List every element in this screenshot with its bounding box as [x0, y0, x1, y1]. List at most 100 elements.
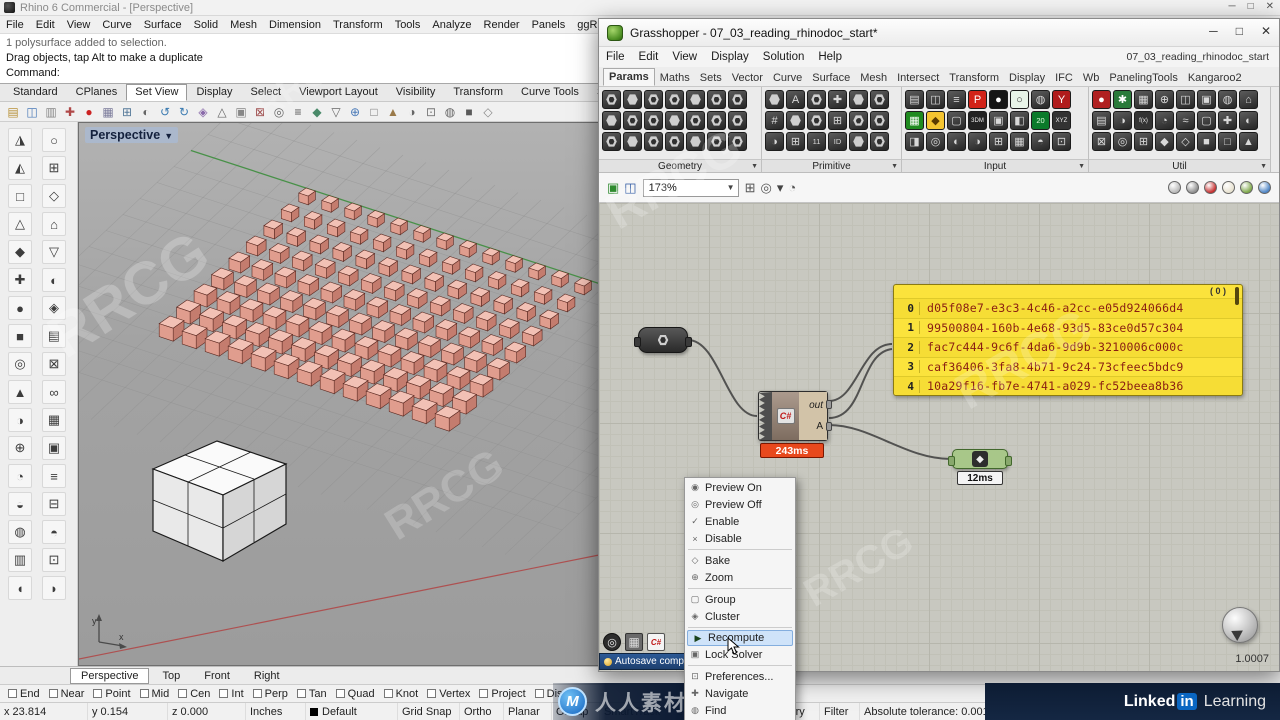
context-menu-item-disable[interactable]: × Disable	[685, 530, 795, 547]
sidebar-tool-icon[interactable]: ✚	[8, 268, 32, 292]
rhino-menu-curve[interactable]: Curve	[96, 19, 137, 31]
viewport-title-menu[interactable]: Perspective ▼	[85, 127, 179, 143]
gh-tab-maths[interactable]: Maths	[655, 70, 695, 86]
gh-menu-display[interactable]: Display	[704, 51, 756, 63]
palette-component-icon[interactable]: ■	[1197, 132, 1216, 151]
csharp-script-component[interactable]: C# out A	[758, 391, 832, 441]
palette-component-icon[interactable]	[807, 111, 826, 130]
gh-tab-panelingtools[interactable]: PanelingTools	[1104, 70, 1183, 86]
sidebar-tool-icon[interactable]: ◑	[8, 408, 32, 432]
palette-group-label[interactable]: Input ▼	[902, 159, 1088, 172]
toolbar-icon[interactable]: ▣	[233, 104, 249, 120]
canvas-compass-icon[interactable]: ◎	[603, 633, 621, 651]
display-mode-icon[interactable]	[1222, 181, 1235, 194]
display-mode-icon[interactable]	[1258, 181, 1271, 194]
sidebar-tool-icon[interactable]: ▣	[42, 436, 66, 460]
gh-close-button[interactable]: ✕	[1261, 24, 1271, 38]
palette-component-icon[interactable]: ◆	[1155, 132, 1174, 151]
palette-component-icon[interactable]	[644, 90, 663, 109]
rhino-menu-surface[interactable]: Surface	[138, 19, 188, 31]
osnap-item-quad[interactable]: Quad	[335, 688, 375, 700]
palette-component-icon[interactable]: A	[786, 90, 805, 109]
sidebar-tool-icon[interactable]: ●	[8, 296, 32, 320]
toolbar-icon[interactable]: ●	[81, 104, 97, 120]
palette-component-icon[interactable]	[728, 132, 747, 151]
guid-component-selected[interactable]: ◆	[948, 449, 1012, 469]
palette-component-icon[interactable]	[849, 90, 868, 109]
palette-group-label[interactable]: Util ▼	[1089, 159, 1270, 172]
palette-component-icon[interactable]: ▢	[1197, 111, 1216, 130]
status-field[interactable]: Ortho	[460, 703, 504, 720]
palette-component-icon[interactable]	[623, 90, 642, 109]
palette-component-icon[interactable]: ●	[989, 90, 1008, 109]
toolbar-icon[interactable]: ■	[461, 104, 477, 120]
sidebar-tool-icon[interactable]: ▦	[42, 408, 66, 432]
palette-component-icon[interactable]: #	[765, 111, 784, 130]
palette-component-icon[interactable]: ✚	[828, 90, 847, 109]
osnap-checkbox-point[interactable]	[93, 688, 103, 698]
viewport-tab-front[interactable]: Front	[193, 668, 241, 684]
toolbar-icon[interactable]: ⊠	[252, 104, 268, 120]
gh-tab-vector[interactable]: Vector	[727, 70, 768, 86]
context-menu-item-zoom[interactable]: ⊕ Zoom	[685, 569, 795, 586]
sidebar-tool-icon[interactable]: ▲	[8, 380, 32, 404]
palette-component-icon[interactable]	[707, 132, 726, 151]
param-component[interactable]	[634, 327, 692, 353]
toolbar-icon[interactable]: ◫	[624, 180, 636, 196]
palette-component-icon[interactable]: ≡	[947, 90, 966, 109]
osnap-checkbox-quad[interactable]	[335, 688, 345, 698]
toolbar-tab-transform[interactable]: Transform	[444, 84, 512, 101]
osnap-checkbox-perp[interactable]	[252, 688, 262, 698]
palette-component-icon[interactable]: ⊡	[1052, 132, 1071, 151]
toolbar-tab-viewport-layout[interactable]: Viewport Layout	[290, 84, 387, 101]
palette-component-icon[interactable]: ▣	[1197, 90, 1216, 109]
toolbar-icon[interactable]: ◈	[195, 104, 211, 120]
palette-component-icon[interactable]: ✱	[1113, 90, 1132, 109]
gh-menu-file[interactable]: File	[599, 51, 632, 63]
palette-component-icon[interactable]: ◑	[765, 132, 784, 151]
osnap-item-point[interactable]: Point	[93, 688, 131, 700]
toolbar-tab-standard[interactable]: Standard	[4, 84, 67, 101]
palette-component-icon[interactable]: Y	[1052, 90, 1071, 109]
palette-component-icon[interactable]: ID	[828, 132, 847, 151]
palette-component-icon[interactable]	[870, 111, 889, 130]
rhino-menu-edit[interactable]: Edit	[30, 19, 61, 31]
palette-component-icon[interactable]: □	[1218, 132, 1237, 151]
toolbar-tab-display[interactable]: Display	[187, 84, 241, 101]
palette-component-icon[interactable]: ◫	[926, 90, 945, 109]
toolbar-icon[interactable]: ▦	[100, 104, 116, 120]
gh-menu-help[interactable]: Help	[811, 51, 849, 63]
palette-component-icon[interactable]: 11	[807, 132, 826, 151]
palette-component-icon[interactable]: ▢	[947, 111, 966, 130]
display-mode-icon[interactable]	[1168, 181, 1181, 194]
gh-tab-mesh[interactable]: Mesh	[855, 70, 892, 86]
osnap-item-tan[interactable]: Tan	[296, 688, 327, 700]
palette-component-icon[interactable]: ▲	[1239, 132, 1258, 151]
gh-tab-intersect[interactable]: Intersect	[892, 70, 944, 86]
sidebar-tool-icon[interactable]: ◇	[42, 184, 66, 208]
toolbar-icon[interactable]: ↺	[157, 104, 173, 120]
toolbar-icon[interactable]: ▥	[43, 104, 59, 120]
toolbar-icon[interactable]: ◆	[309, 104, 325, 120]
context-menu-item-find[interactable]: ◍ Find	[685, 702, 795, 719]
output-a-label[interactable]: A	[816, 421, 823, 432]
display-mode-icon[interactable]	[1240, 181, 1253, 194]
rhino-menu-tools[interactable]: Tools	[389, 19, 427, 31]
osnap-checkbox-cen[interactable]	[178, 688, 188, 698]
palette-component-icon[interactable]: ⌂	[1239, 90, 1258, 109]
sidebar-tool-icon[interactable]: ■	[8, 324, 32, 348]
osnap-checkbox-end[interactable]	[8, 688, 17, 698]
osnap-item-int[interactable]: Int	[219, 688, 244, 700]
sidebar-tool-icon[interactable]: ◆	[8, 240, 32, 264]
palette-component-icon[interactable]: ✚	[1218, 111, 1237, 130]
status-field[interactable]: Inches	[246, 703, 306, 720]
toolbar-icon[interactable]: ▽	[328, 104, 344, 120]
sidebar-tool-icon[interactable]: ◔	[8, 464, 32, 488]
context-menu-item-preview-off[interactable]: ◎ Preview Off	[685, 496, 795, 513]
palette-component-icon[interactable]	[786, 111, 805, 130]
toolbar-icon[interactable]: ◐	[138, 104, 154, 120]
palette-component-icon[interactable]: ◐	[947, 132, 966, 151]
palette-component-icon[interactable]: ◇	[1176, 132, 1195, 151]
palette-component-icon[interactable]: ⊞	[828, 111, 847, 130]
palette-component-icon[interactable]	[665, 111, 684, 130]
